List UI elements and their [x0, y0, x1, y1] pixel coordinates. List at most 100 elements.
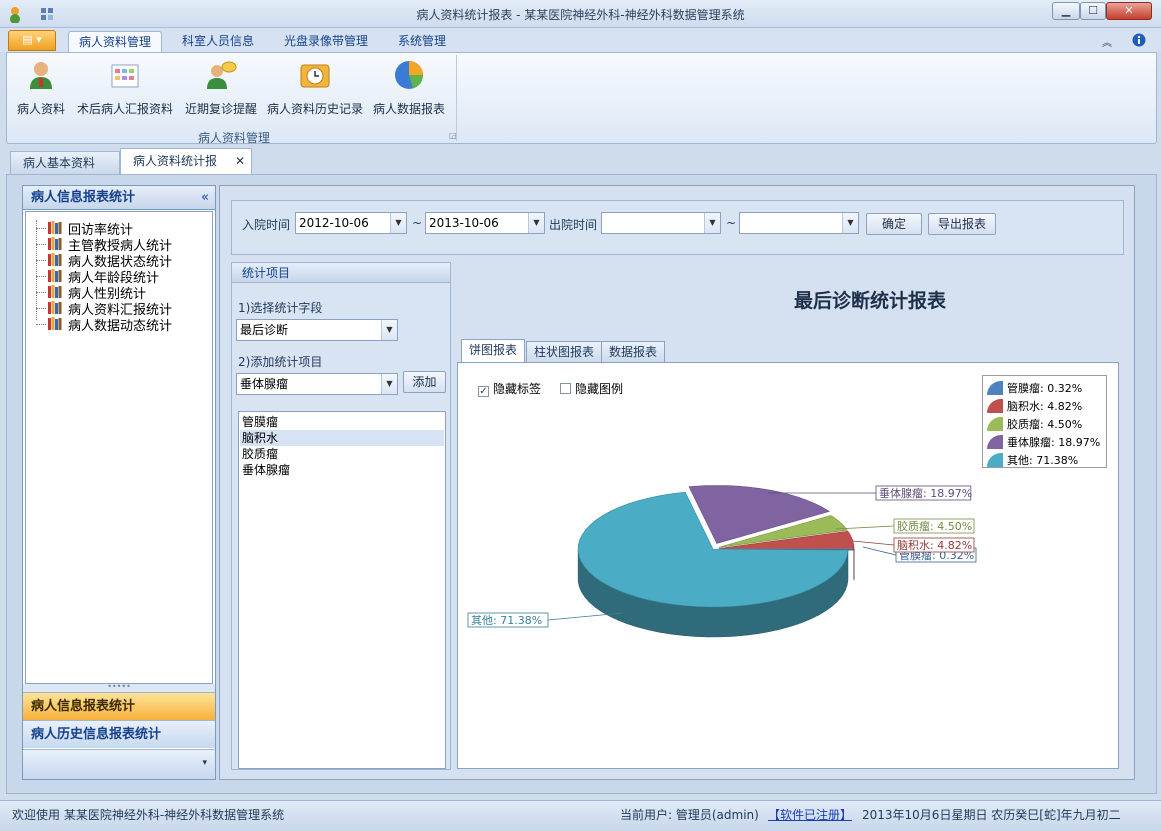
person-icon: [30, 62, 52, 89]
revisit-reminder-button[interactable]: 近期复诊提醒: [185, 59, 257, 117]
dropdown-arrow-icon[interactable]: ▼: [528, 213, 544, 233]
confirm-button[interactable]: 确定: [866, 213, 922, 235]
nav-footer: ▾: [23, 749, 215, 779]
calendar-grid-icon: [111, 64, 139, 88]
export-report-button[interactable]: 导出报表: [928, 213, 996, 235]
discharge-to-date[interactable]: ▼: [739, 212, 859, 234]
svg-text:其他: 71.38%: 其他: 71.38%: [471, 614, 542, 627]
ribbon-group: 病人资料 术后病人汇报资料 近期复诊提醒 病人资料历史记录 病人数据报表 病人资…: [11, 55, 457, 145]
dropdown-arrow-icon[interactable]: ▼: [381, 374, 397, 394]
svg-text:脑积水: 4.82%: 脑积水: 4.82%: [897, 539, 972, 552]
close-tab-icon[interactable]: ✕: [235, 149, 245, 173]
nav-header: 病人信息报表统计 «: [23, 186, 215, 210]
stat-item-list[interactable]: 管膜瘤 脑积水 胶质瘤 垂体腺瘤: [238, 411, 446, 769]
pie-data-label: 其他: 71.38%: [467, 612, 624, 628]
books-icon: [48, 285, 62, 298]
books-icon: [48, 237, 62, 250]
maximize-button[interactable]: ☐: [1080, 2, 1106, 20]
tab-system[interactable]: 系统管理: [388, 31, 456, 52]
dropdown-arrow-icon[interactable]: ▼: [390, 213, 406, 233]
books-icon: [48, 317, 62, 330]
data-report-button[interactable]: 病人数据报表: [373, 59, 445, 117]
step2-label: 2)添加统计项目: [238, 355, 323, 369]
discharge-from-date[interactable]: ▼: [601, 212, 721, 234]
document-tabs: 病人基本资料 病人资料统计报表 ✕: [6, 148, 1157, 192]
postop-report-button[interactable]: 术后病人汇报资料: [77, 59, 173, 117]
ribbon-group-label: 病人资料管理: [197, 131, 270, 145]
list-item[interactable]: 脑积水: [240, 430, 444, 446]
info-icon[interactable]: [1132, 33, 1146, 47]
dropdown-arrow-icon[interactable]: ▼: [381, 320, 397, 340]
chart-area: ✓ 隐藏标签 隐藏图例 管膜瘤: 0.32% 脑积水: 4.82% 胶质瘤: 4.50…: [457, 362, 1119, 769]
step1-label: 1)选择统计字段: [238, 301, 323, 315]
pie-chart-icon: [395, 61, 424, 89]
books-icon: [48, 221, 62, 234]
dropdown-arrow-icon[interactable]: ▼: [704, 213, 720, 233]
admit-time-label: 入院时间: [242, 218, 291, 232]
tab-bar-report[interactable]: 柱状图报表: [526, 341, 603, 363]
tab-patient-data[interactable]: 病人资料管理: [68, 31, 163, 52]
group-launcher-icon[interactable]: ◲: [449, 131, 457, 140]
list-item[interactable]: 胶质瘤: [240, 446, 444, 462]
nav-history-report[interactable]: 病人历史信息报表统计: [23, 720, 215, 748]
clock-folder-icon: [300, 64, 330, 88]
welcome-text: 欢迎使用 某某医院神经外科-神经外科数据管理系统: [12, 808, 285, 822]
pie-slices: [577, 485, 855, 638]
person-chat-icon: [207, 61, 237, 89]
dropdown-arrow-icon[interactable]: ▼: [842, 213, 858, 233]
registered-link[interactable]: 【软件已注册】: [768, 806, 852, 823]
report-tree: 回访率统计 主管教授病人统计 病人数据状态统计 病人年龄段统计 病人性别统计 病人资料汇报…: [25, 211, 213, 684]
filter-bar: 入院时间 2012-10-06 ▼ ~ 2013-10-06 ▼ 出院时间 ▼ ~ …: [231, 200, 1124, 255]
tree-item-label: 病人数据动态统计: [68, 319, 173, 334]
tab-data-report[interactable]: 数据报表: [601, 341, 666, 363]
report-title: 最后诊断统计报表: [793, 291, 946, 312]
stat-item-select[interactable]: 垂体腺瘤 ▼: [236, 373, 398, 395]
list-item[interactable]: 管膜瘤: [240, 414, 444, 430]
legend-item: 管膜瘤: 0.32%: [987, 380, 1082, 398]
tab-staff-info[interactable]: 科室人员信息: [172, 31, 264, 52]
pie-data-label: 脑积水: 4.82%: [852, 537, 975, 553]
panel-title: 统计项目: [232, 263, 450, 283]
date-text: 2013年10月6日星期日 农历癸巳[蛇]年九月初二: [862, 808, 1121, 822]
chevron-down-icon[interactable]: ▾: [202, 758, 207, 768]
legend-swatch: [987, 417, 1003, 431]
tab-disc-video[interactable]: 光盘录像带管理: [274, 31, 378, 52]
legend-swatch: [987, 381, 1003, 395]
admit-from-date[interactable]: 2012-10-06 ▼: [295, 212, 407, 234]
admit-to-date[interactable]: 2013-10-06 ▼: [425, 212, 545, 234]
legend-swatch: [987, 453, 1003, 467]
chart-legend: 管膜瘤: 0.32% 脑积水: 4.82% 胶质瘤: 4.50% 垂体腺瘤: 18.9…: [982, 375, 1107, 468]
legend-item: 其他: 71.38%: [987, 452, 1078, 470]
pie-data-label: 胶质瘤: 4.50%: [835, 518, 975, 534]
books-icon: [48, 253, 62, 266]
status-bar: 欢迎使用 某某医院神经外科-神经外科数据管理系统 当前用户: 管理员(admin…: [0, 800, 1161, 831]
tab-patient-stats[interactable]: 病人资料统计报表 ✕: [120, 148, 252, 192]
legend-item: 垂体腺瘤: 18.97%: [987, 434, 1100, 452]
stats-item-panel: 统计项目 1)选择统计字段 最后诊断 ▼ 2)添加统计项目 垂体腺瘤 ▼ 添加 管膜…: [231, 262, 451, 770]
minimize-button[interactable]: ▁: [1052, 2, 1080, 20]
tab-patient-basic[interactable]: 病人基本资料: [10, 151, 120, 174]
nav-patient-report[interactable]: 病人信息报表统计: [23, 692, 215, 720]
current-user: 当前用户: 管理员(admin): [620, 808, 759, 822]
legend-swatch: [987, 435, 1003, 449]
ribbon-collapse-icon[interactable]: ︽: [1102, 34, 1112, 49]
title-bar: 病人资料统计报表 - 某某医院神经外科-神经外科数据管理系统 ▁ ☐ ✕: [0, 0, 1161, 28]
stat-field-select[interactable]: 最后诊断 ▼: [236, 319, 398, 341]
legend-swatch: [987, 399, 1003, 413]
svg-text:胶质瘤: 4.50%: 胶质瘤: 4.50%: [897, 519, 972, 533]
left-nav-panel: 病人信息报表统计 « 回访率统计 主管教授病人统计 病人数据状态统计 病人年龄段统计病…: [22, 185, 216, 780]
patient-data-button[interactable]: 病人资料: [17, 59, 65, 117]
nav-splitter[interactable]: •••••: [23, 683, 215, 692]
add-item-button[interactable]: 添加: [403, 371, 446, 393]
books-icon: [48, 269, 62, 282]
legend-item: 脑积水: 4.82%: [987, 398, 1082, 416]
tab-pie-report[interactable]: 饼图报表: [461, 339, 526, 363]
list-item[interactable]: 垂体腺瘤: [240, 462, 444, 478]
close-button[interactable]: ✕: [1106, 2, 1152, 20]
history-record-button[interactable]: 病人资料历史记录: [267, 59, 363, 117]
app-menu-button[interactable]: ▤ ▾: [8, 30, 56, 51]
legend-item: 胶质瘤: 4.50%: [987, 416, 1082, 434]
books-icon: [48, 301, 62, 314]
window-title: 病人资料统计报表 - 某某医院神经外科-神经外科数据管理系统: [416, 8, 745, 22]
collapse-icon[interactable]: «: [201, 186, 209, 210]
